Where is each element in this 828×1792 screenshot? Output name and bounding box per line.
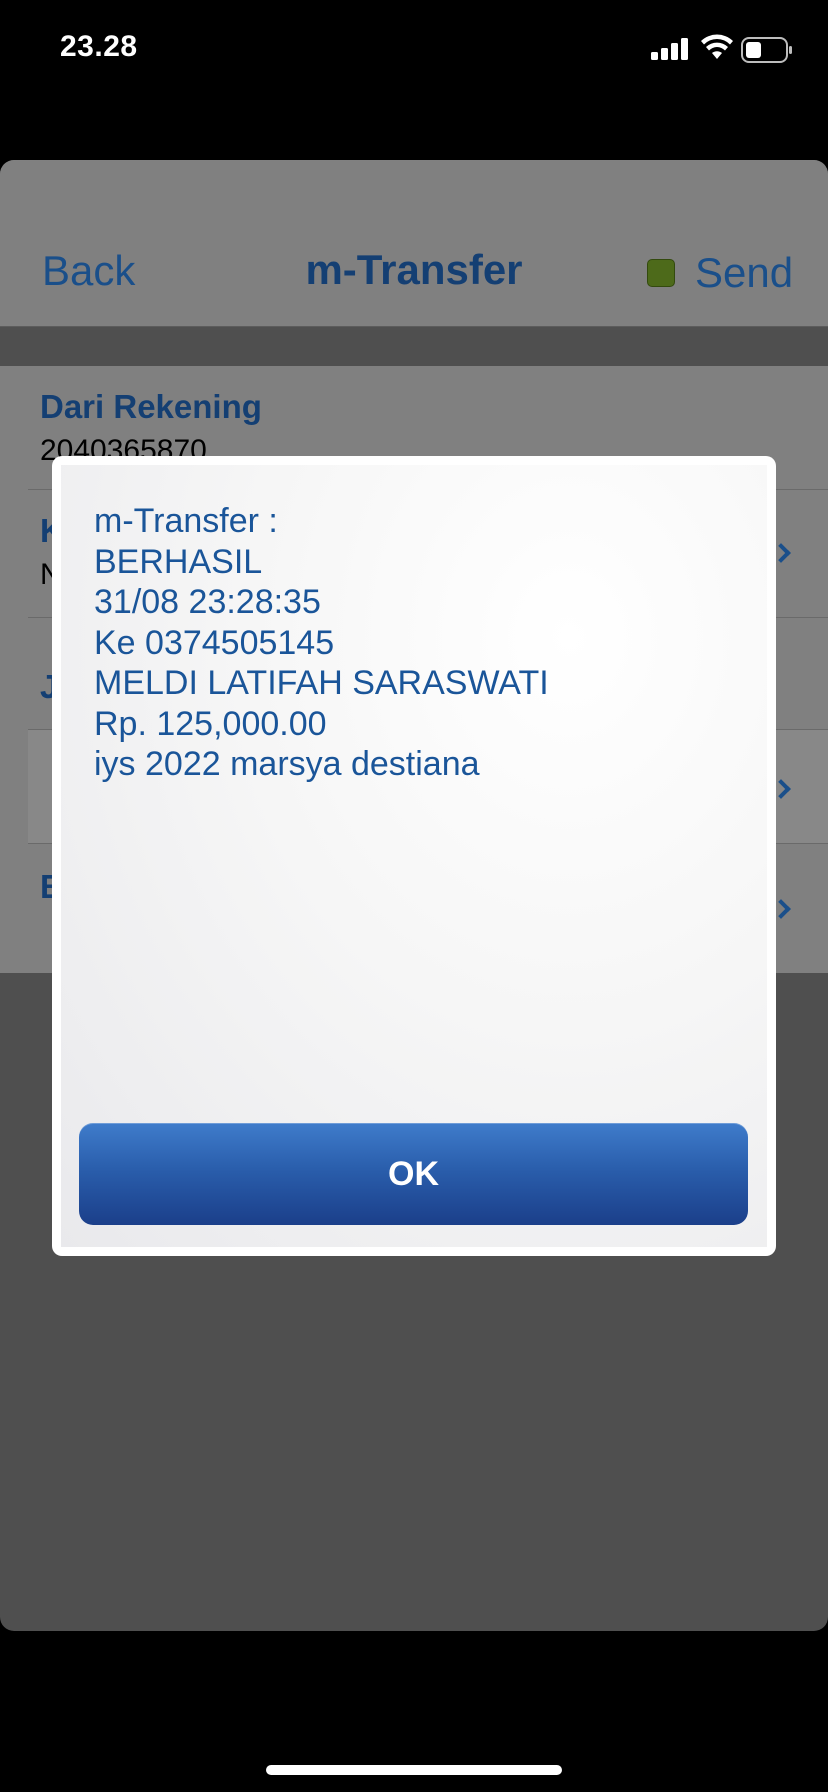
dialog-line-amount: Rp. 125,000.00 xyxy=(94,704,327,743)
dialog-line-destination: Ke 0374505145 xyxy=(94,623,335,662)
dialog-line-note: iys 2022 marsya destiana xyxy=(94,745,480,783)
dialog-message: m-Transfer : BERHASIL 31/08 23:28:35 Ke … xyxy=(94,501,549,785)
transfer-result-dialog: m-Transfer : BERHASIL 31/08 23:28:35 Ke … xyxy=(52,456,776,1256)
ok-button[interactable]: OK xyxy=(79,1123,748,1225)
modal-backdrop: m-Transfer : BERHASIL 31/08 23:28:35 Ke … xyxy=(0,0,828,1792)
dialog-line-status: BERHASIL xyxy=(94,542,263,581)
dialog-body: m-Transfer : BERHASIL 31/08 23:28:35 Ke … xyxy=(61,465,767,1247)
dialog-line-recipient: MELDI LATIFAH SARASWATI xyxy=(94,664,549,702)
dialog-line-title: m-Transfer : xyxy=(94,502,278,540)
home-indicator[interactable] xyxy=(266,1765,562,1775)
dialog-line-datetime: 31/08 23:28:35 xyxy=(94,583,321,621)
phone-screen: 23.28 Back m-Transfer Send Dari Rekening xyxy=(0,0,828,1792)
